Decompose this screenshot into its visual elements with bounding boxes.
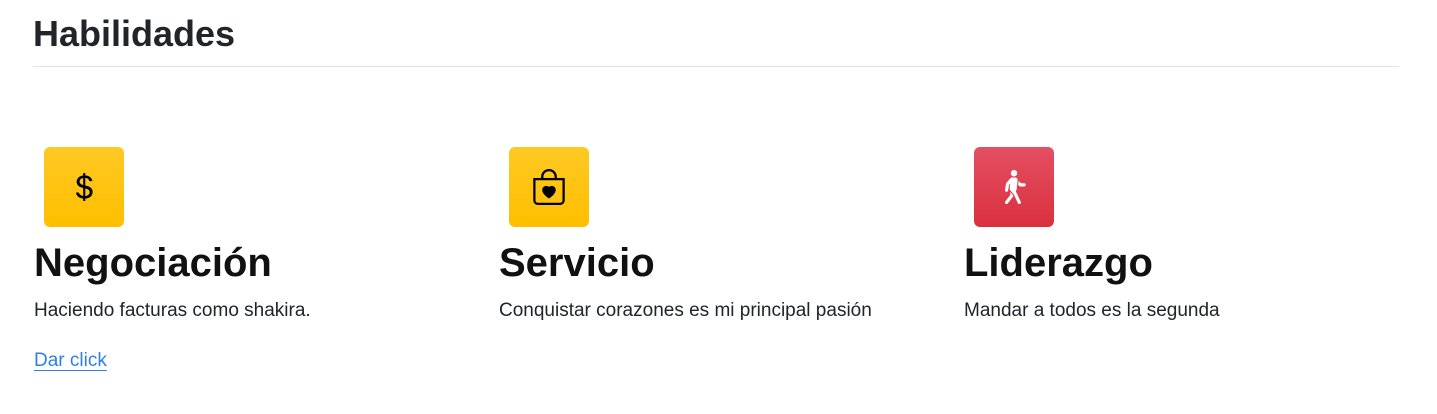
feature-description: Mandar a todos es la segunda (964, 300, 1220, 321)
feature-description: Conquistar corazones es mi principal pas… (499, 300, 872, 321)
feature-description: Haciendo facturas como shakira. (34, 300, 311, 321)
page-title: Habilidades (33, 13, 236, 54)
dollar-icon (76, 173, 93, 201)
person-walking-icon (1004, 170, 1026, 204)
feature-title: Liderazgo (964, 241, 1153, 285)
feature-title: Servicio (499, 241, 655, 285)
feature-icon-box (44, 147, 124, 227)
feature-title: Negociación (34, 241, 272, 285)
title-divider (33, 66, 1399, 67)
dar-click-link[interactable]: Dar click (34, 349, 107, 373)
feature-icon-box (509, 147, 589, 227)
feature-icon-box (974, 147, 1054, 227)
shopping-bag-heart-icon (533, 169, 565, 205)
